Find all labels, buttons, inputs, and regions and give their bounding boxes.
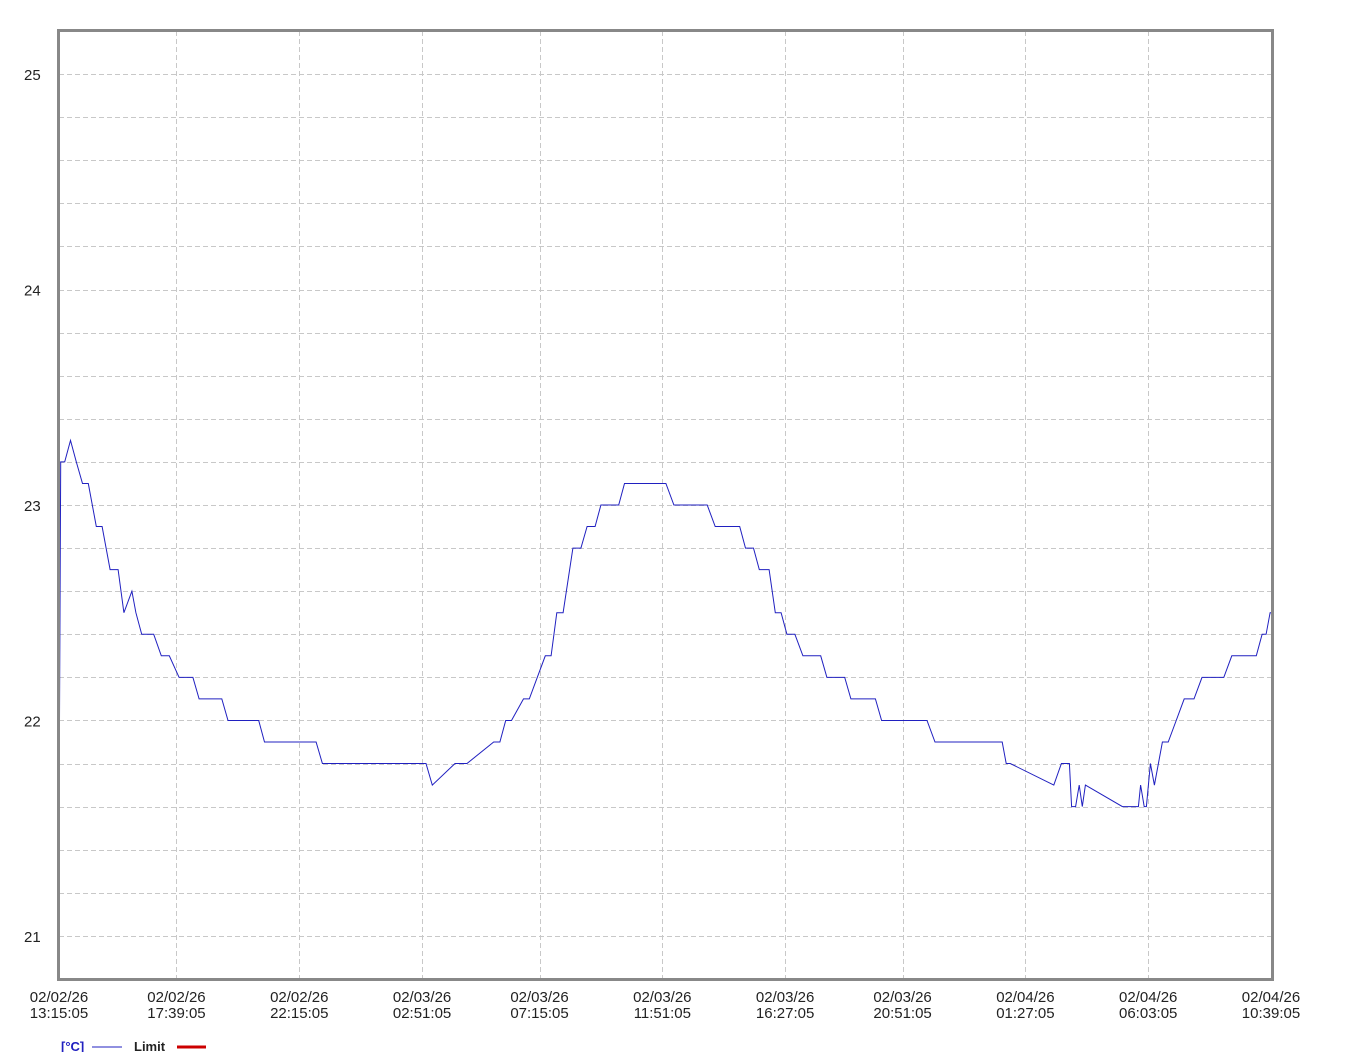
- legend-limit-label: Limit: [134, 1039, 166, 1052]
- y-tick-label: 21: [24, 929, 41, 946]
- x-tick-date: 02/03/26: [393, 989, 451, 1006]
- x-tick-date: 02/04/26: [996, 989, 1054, 1006]
- x-tick-date: 02/04/26: [1119, 989, 1177, 1006]
- y-tick-label: 25: [24, 67, 41, 84]
- x-tick-time: 11:51:05: [634, 1005, 691, 1022]
- x-tick-time: 13:15:05: [30, 1005, 88, 1022]
- x-tick-time: 20:51:05: [873, 1005, 931, 1022]
- x-tick-time: 07:15:05: [510, 1005, 568, 1022]
- x-tick-date: 02/02/26: [147, 989, 205, 1006]
- x-tick-date: 02/03/26: [510, 989, 568, 1006]
- x-tick-time: 16:27:05: [756, 1005, 814, 1022]
- x-tick-date: 02/02/26: [30, 989, 88, 1006]
- temperature-chart: 2122232425 02/02/2613:15:0502/02/2617:39…: [24, 29, 1300, 1052]
- x-tick-date: 02/02/26: [270, 989, 328, 1006]
- x-tick-date: 02/03/26: [756, 989, 814, 1006]
- y-tick-label: 24: [24, 283, 41, 300]
- plot-background: [59, 31, 1272, 979]
- x-tick-date: 02/04/26: [1242, 989, 1300, 1006]
- x-axis-ticks: 02/02/2613:15:0502/02/2617:39:0502/02/26…: [30, 989, 1300, 1022]
- y-axis-ticks: 21 22 23 24 25: [24, 67, 41, 946]
- y-tick-label: 22: [24, 713, 41, 730]
- x-tick-time: 01:27:05: [996, 1005, 1054, 1022]
- y-tick-label: 23: [24, 498, 41, 515]
- x-tick-time: 06:03:05: [1119, 1005, 1177, 1022]
- legend: [°C] Limit: [61, 1039, 206, 1052]
- x-tick-time: 17:39:05: [147, 1005, 205, 1022]
- x-tick-time: 10:39:05: [1242, 1005, 1300, 1022]
- x-tick-time: 02:51:05: [393, 1005, 451, 1022]
- x-tick-time: 22:15:05: [270, 1005, 328, 1022]
- legend-series-label: [°C]: [61, 1039, 84, 1052]
- x-tick-date: 02/03/26: [873, 989, 931, 1006]
- x-tick-date: 02/03/26: [633, 989, 691, 1006]
